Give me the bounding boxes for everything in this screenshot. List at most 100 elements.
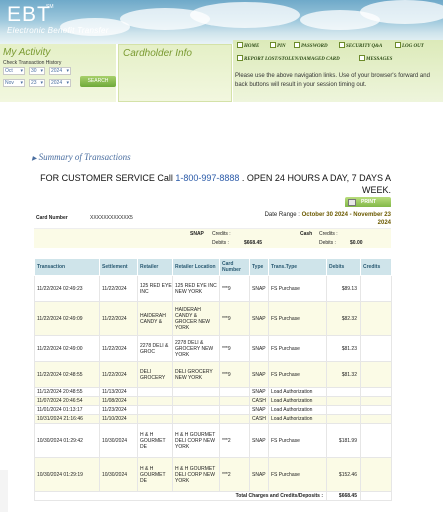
date-range-value: October 30 2024 - November 23 [301,212,391,218]
cell-retailer [137,387,173,397]
cell-credits [360,301,392,336]
cell-card-number: ***9 [219,275,250,302]
to-day-select[interactable]: 23 ▾ [29,79,45,87]
cell-settlement-date: 10/30/2024 [99,423,138,458]
cell-credits [360,361,392,388]
header-banner: EBT SM Electronic Benefit Transfer [0,0,443,44]
cell-retailer [137,396,173,406]
header-card-number[interactable]: Card Number [219,258,250,276]
home-icon [237,42,243,48]
cell-card-number: ***2 [219,423,250,458]
nav-password[interactable]: PASSWORD [294,42,328,52]
from-day-select[interactable]: 30 ▾ [29,67,45,75]
nav-log-out[interactable]: LOG OUT [395,42,424,52]
to-month-select[interactable]: Nov ▾ [3,79,25,87]
nav-messages[interactable]: MESSAGES [359,55,392,65]
summary-title: ▶ Summary of Transactions [32,152,131,162]
cell-retailer-location [172,405,220,415]
to-year-value: 2024 [51,80,63,86]
cell-type: SNAP [249,405,269,415]
logo-trademark: SM [46,4,54,10]
cell-credits [360,457,392,492]
balance-summary: SNAP Credits : Debits : $668.45 Cash Cre… [34,228,391,248]
cell-debits: $81.32 [326,361,361,388]
cell-retailer: 125 RED EYE INC [137,275,173,302]
cell-debits: $82.32 [326,301,361,336]
cs-phone-link[interactable]: 1-800-997-8888 [175,173,239,183]
cloud-decoration [190,2,300,28]
table-row: 10/31/2024 21:16:46 11/10/2024 CASH Load Au… [34,414,392,424]
from-day-value: 30 [31,68,37,74]
table-row: 11/01/2024 01:13:17 11/23/2024 SNAP Load Au… [34,405,392,415]
cell-credits [360,423,392,458]
table-row: 10/30/2024 01:29:19 10/30/2024 H & H GOURM… [34,457,392,492]
cell-transaction-date: 11/22/2024 02:49:09 [34,301,100,336]
cell-trans-type: FS Purchase [268,301,327,336]
nav-pin[interactable]: PIN [270,42,286,52]
header-settlement[interactable]: Settlement [99,258,138,276]
nav-report-label: REPORT LOST/STOLEN/DAMAGED CARD [244,57,340,62]
table-row: 11/22/2024 02:49:09 11/22/2024 HAIDERAH CA… [34,301,392,336]
nav-report-lost-card[interactable]: REPORT LOST/STOLEN/DAMAGED CARD [237,55,340,65]
messages-icon [359,55,365,61]
cell-credits [360,335,392,362]
cell-debits: $181.99 [326,423,361,458]
cloud-decoration [360,0,443,24]
table-row: 11/22/2024 02:48:55 11/22/2024 DELI GROCER… [34,361,392,388]
my-activity-title: My Activity [3,47,51,58]
cell-card-number: ***9 [219,361,250,388]
to-year-select[interactable]: 2024 ▾ [49,79,71,87]
total-label: Total Charges and Credits/Deposits : [34,491,327,501]
cell-card-number [219,405,250,415]
from-month-select[interactable]: Oct ▾ [3,67,25,75]
cell-trans-type: FS Purchase [268,361,327,388]
table-row: 11/22/2024 02:49:00 11/22/2024 2278 DELI &… [34,335,392,362]
cell-settlement-date: 11/08/2024 [99,396,138,406]
cell-type: SNAP [249,335,269,362]
cash-debits-value: $0.00 [350,240,363,246]
search-button[interactable]: SEARCH [80,76,116,87]
cell-card-number [219,387,250,397]
cell-type: SNAP [249,423,269,458]
header-credits[interactable]: Credits [360,258,392,276]
to-month-value: Nov [5,80,14,86]
cell-retailer-location: DELI GROCERY NEW YORK [172,361,220,388]
total-credits [360,491,392,501]
from-year-value: 2024 [51,68,63,74]
cardholder-info-title: Cardholder Info [123,48,192,59]
nav-home[interactable]: HOME [237,42,259,52]
cell-card-number: ***9 [219,335,250,362]
cell-retailer: DELI GROCERY [137,361,173,388]
cell-trans-type: Load Authorization [268,396,327,406]
header-retailer-location[interactable]: Retailer Location [172,258,220,276]
cell-trans-type: FS Purchase [268,423,327,458]
cell-type: SNAP [249,301,269,336]
header-type[interactable]: Type [249,258,269,276]
password-icon [294,42,300,48]
header-transaction[interactable]: Transaction [34,258,100,276]
header-trans-type[interactable]: Trans.Type [268,258,327,276]
cell-retailer-location: H & H GOURMET DELI CORP NEW YORK [172,457,220,492]
cardholder-info-panel: Cardholder Info [118,44,232,102]
header-debits[interactable]: Debits [326,258,361,276]
cell-retailer: 2278 DELI & GROC [137,335,173,362]
cell-retailer-location: 125 RED EYE INC NEW YORK [172,275,220,302]
nav-security-qa[interactable]: SECURITY Q&A [339,42,382,52]
cell-card-number: ***9 [219,301,250,336]
cell-debits [326,396,361,406]
scrollbar[interactable] [0,470,8,512]
from-year-select[interactable]: 2024 ▾ [49,67,71,75]
cell-trans-type: FS Purchase [268,335,327,362]
cell-debits [326,387,361,397]
cell-debits: $81.23 [326,335,361,362]
cell-trans-type: Load Authorization [268,414,327,424]
nav-logout-label: LOG OUT [402,44,424,49]
header-retailer[interactable]: Retailer [137,258,173,276]
cell-type: SNAP [249,387,269,397]
chevron-down-icon: ▾ [40,68,43,74]
cell-transaction-date: 11/22/2024 02:48:55 [34,361,100,388]
cell-settlement-date: 11/22/2024 [99,335,138,362]
date-range-label: Date Range : [264,212,302,218]
total-row: Total Charges and Credits/Deposits : $668… [34,491,392,501]
transactions-table: Transaction Settlement Retailer Retailer… [34,258,392,501]
